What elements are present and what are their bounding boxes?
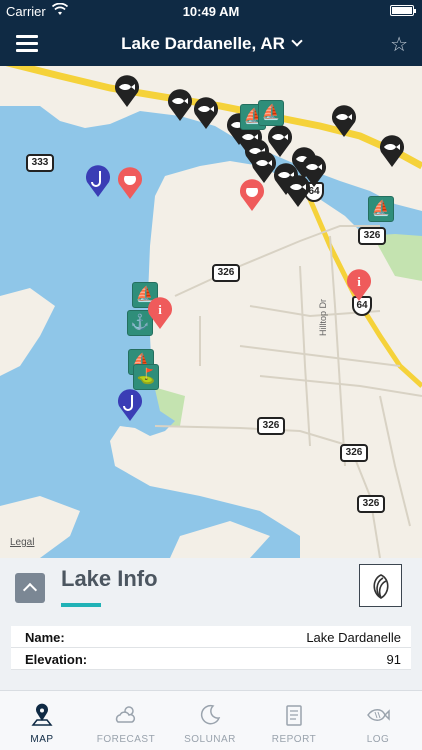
legal-link[interactable]: Legal — [10, 537, 34, 548]
guide-pin[interactable] — [238, 178, 266, 212]
info-pin[interactable]: i — [146, 296, 174, 330]
info-value: Lake Dardanelle — [306, 630, 401, 645]
tab-report[interactable]: REPORT — [252, 691, 336, 750]
fish-spot-pin[interactable] — [330, 104, 358, 138]
favorite-star-icon[interactable]: ☆ — [390, 32, 408, 57]
route-326-shield: 326 — [340, 444, 368, 462]
route-326-shield: 326 — [257, 417, 285, 435]
info-key: Elevation: — [25, 652, 88, 667]
fish-spot-pin[interactable] — [192, 96, 220, 130]
tab-label: FORECAST — [96, 734, 156, 745]
fishing-spot-pin[interactable] — [84, 164, 112, 198]
chevron-down-icon — [291, 35, 303, 47]
tab-label: SOLUNAR — [184, 734, 236, 745]
cloud-sun-icon — [115, 706, 136, 723]
route-326-shield: 326 — [358, 227, 386, 245]
fish-spot-pin[interactable] — [300, 154, 328, 188]
tab-log[interactable]: LOG — [336, 691, 420, 750]
fishing-spot-pin[interactable] — [116, 388, 144, 422]
info-value: 91 — [386, 652, 401, 667]
boat-ramp-marker[interactable]: ⛵ — [368, 196, 394, 222]
app-root: Carrier 10:49 AM Lake Dardanelle, AR ☆ H… — [0, 0, 422, 750]
map-pin-icon — [31, 703, 53, 726]
tab-map[interactable]: MAP — [0, 691, 84, 750]
lake-selector[interactable]: Lake Dardanelle, AR — [0, 34, 422, 54]
info-pin[interactable]: i — [345, 268, 373, 302]
hilltop-road-label: Hilltop Dr — [318, 299, 328, 336]
clipboard-icon — [286, 705, 302, 726]
lake-info-panel: Lake Info Name: Lake Dardanelle Elevatio… — [0, 558, 422, 690]
tab-bar: MAP FORECAST SOLUNAR REPORT LOG — [0, 690, 422, 750]
info-row-name: Name: Lake Dardanelle — [11, 626, 411, 648]
lake-info-table: Name: Lake Dardanelle Elevation: 91 — [11, 626, 411, 670]
fish-spot-pin[interactable] — [166, 88, 194, 122]
nav-bar: Lake Dardanelle, AR ☆ — [0, 22, 422, 66]
collapse-panel-button[interactable] — [15, 573, 45, 603]
tab-label: LOG — [366, 734, 390, 745]
fish-spot-pin[interactable] — [378, 134, 406, 168]
panel-title: Lake Info — [61, 566, 158, 591]
tab-solunar[interactable]: SOLUNAR — [168, 691, 252, 750]
battery-icon — [390, 5, 416, 16]
info-key: Name: — [25, 630, 65, 645]
status-bar: Carrier 10:49 AM — [0, 0, 422, 22]
guide-pin[interactable] — [116, 166, 144, 200]
fishing-pier-marker[interactable]: ⛳ — [133, 364, 159, 390]
status-time: 10:49 AM — [182, 4, 240, 19]
title-underline — [61, 603, 101, 607]
fish-icon — [367, 709, 390, 721]
contour-icon — [373, 574, 389, 599]
contour-map-button[interactable] — [359, 564, 402, 607]
tab-label: REPORT — [271, 734, 317, 745]
fish-spot-pin[interactable] — [113, 74, 141, 108]
tab-label: MAP — [30, 734, 54, 745]
svg-text:i: i — [158, 302, 162, 317]
tab-forecast[interactable]: FORECAST — [84, 691, 168, 750]
svg-text:i: i — [357, 274, 361, 289]
info-row-elevation: Elevation: 91 — [11, 648, 411, 670]
route-326-shield: 326 — [212, 264, 240, 282]
boat-ramp-marker[interactable]: ⛵ — [258, 100, 284, 126]
route-326-shield: 326 — [357, 495, 385, 513]
lake-title: Lake Dardanelle, AR — [121, 34, 285, 53]
lake-water — [0, 106, 422, 558]
map-view[interactable]: Hilltop Dr 333 326 326 326 326 326 64 64… — [0, 66, 422, 558]
route-333-shield: 333 — [26, 154, 54, 172]
moon-icon — [200, 704, 221, 725]
